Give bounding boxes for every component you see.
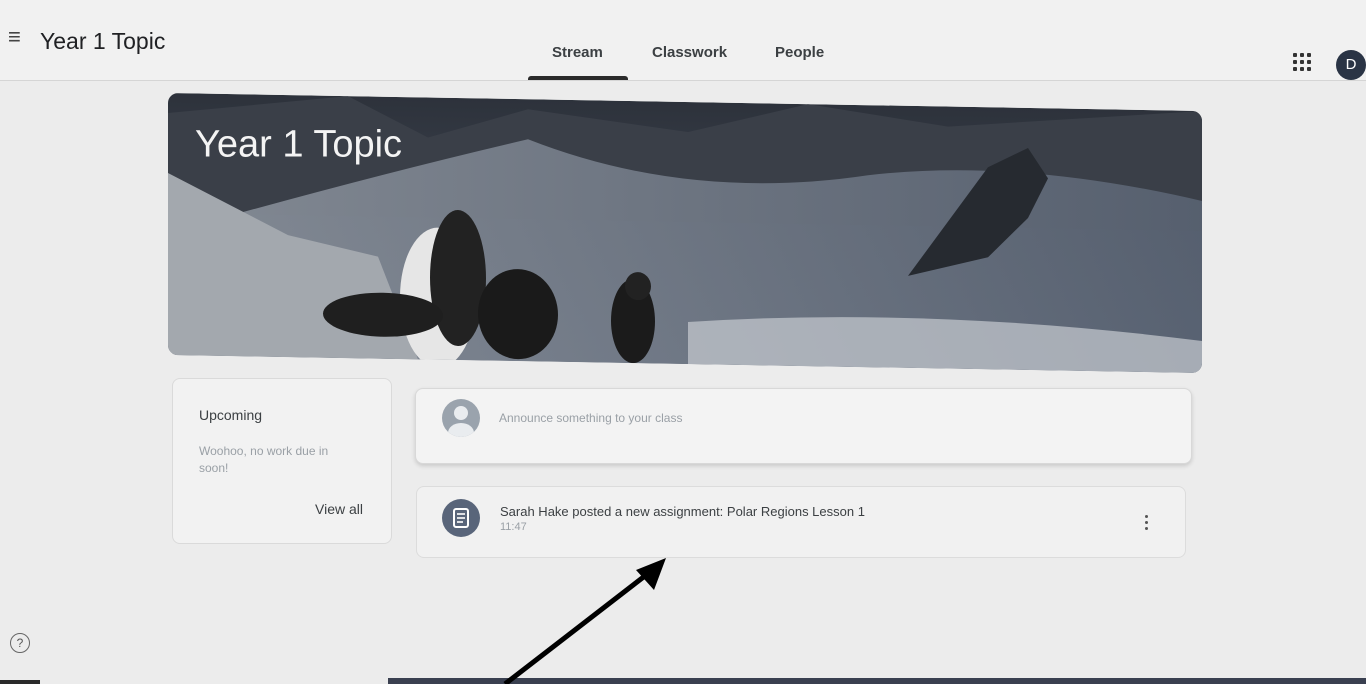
post-title[interactable]: Sarah Hake posted a new assignment: Pola… (500, 504, 865, 519)
class-title[interactable]: Year 1 Topic (40, 28, 165, 55)
account-avatar[interactable]: D (1336, 50, 1366, 80)
upcoming-title: Upcoming (199, 407, 263, 423)
taskbar-strip (388, 678, 1366, 684)
hamburger-menu-icon[interactable]: ≡ (8, 26, 21, 48)
taskbar-strip-left (0, 680, 40, 684)
banner-class-title: Year 1 Topic (195, 123, 403, 166)
upcoming-card: Upcoming Woohoo, no work due in soon! Vi… (172, 378, 392, 544)
announce-box[interactable]: Announce something to your class (415, 388, 1192, 464)
upcoming-message: Woohoo, no work due in soon! (199, 444, 329, 475)
tab-stream[interactable]: Stream (552, 44, 603, 61)
top-app-bar: ≡ Year 1 Topic Stream Classwork People D (0, 0, 1366, 81)
user-avatar-icon (442, 399, 480, 437)
class-banner: Year 1 Topic (168, 92, 1202, 374)
stream-post[interactable]: Sarah Hake posted a new assignment: Pola… (416, 486, 1186, 558)
apps-grid-icon[interactable] (1293, 53, 1311, 71)
tab-people[interactable]: People (775, 44, 824, 61)
assignment-icon (442, 499, 480, 537)
help-icon[interactable]: ? (10, 633, 30, 653)
post-time: 11:47 (500, 521, 527, 533)
more-options-icon[interactable] (1143, 513, 1151, 533)
active-tab-indicator (528, 76, 628, 80)
announce-placeholder[interactable]: Announce something to your class (499, 411, 682, 425)
view-all-link[interactable]: View all (315, 501, 363, 517)
tab-classwork[interactable]: Classwork (652, 44, 727, 61)
